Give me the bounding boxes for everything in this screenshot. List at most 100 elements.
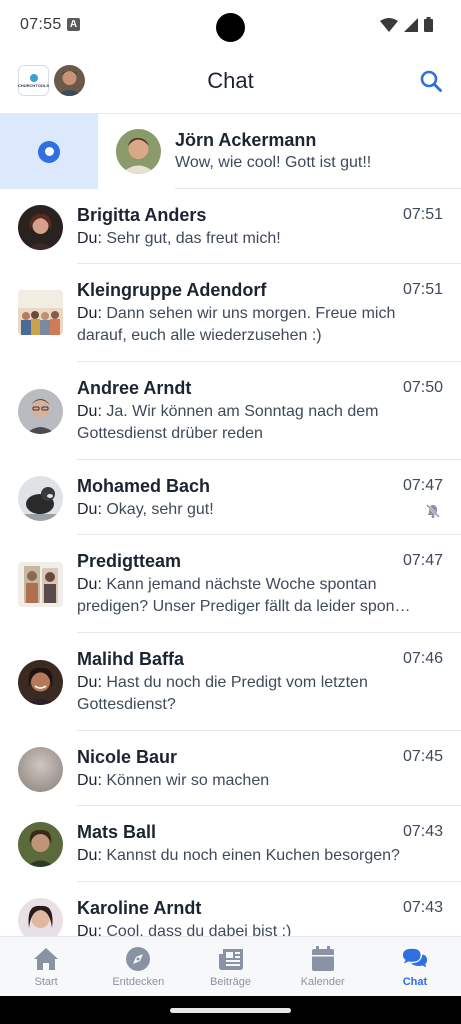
nav-item-start[interactable]: Start	[0, 937, 92, 996]
message-line: Cool, dass du dabei bist :)	[106, 923, 292, 936]
chat-name: Karoline Arndt	[77, 898, 202, 918]
message-line: Gottesdienst?	[77, 696, 176, 713]
notification-icon: A	[67, 18, 80, 31]
group-avatar	[18, 290, 63, 335]
page-title: Chat	[207, 68, 254, 93]
chat-preview: Du: Ja. Wir können am Sonntag nach dem G…	[77, 401, 443, 445]
sender-prefix: Du:	[77, 230, 102, 247]
message-line: darauf, euch alle wiederzusehen :)	[77, 327, 322, 344]
chat-item-brigitta-anders[interactable]: Brigitta Anders 07:51 Du: Sehr gut, das …	[0, 190, 461, 264]
chat-preview: Du: Dann sehen wir uns morgen. Freue mic…	[77, 303, 443, 347]
chat-item-andree-arndt[interactable]: Andree Arndt 07:50 Du: Ja. Wir können am…	[0, 362, 461, 460]
home-icon	[34, 948, 59, 970]
chat-name: Nicole Baur	[77, 747, 178, 767]
signal-icon	[404, 17, 418, 32]
select-conversation-action[interactable]	[0, 114, 98, 189]
search-icon	[420, 70, 442, 92]
sender-prefix: Du:	[77, 501, 102, 518]
home-gesture-handle[interactable]	[170, 1008, 291, 1013]
avatar	[18, 476, 63, 521]
bottom-navigation: Start Entdecken Beiträge Kalender Chat	[0, 936, 461, 996]
avatar	[18, 822, 63, 867]
chat-preview: Du: Cool, dass du dabei bist :)	[77, 921, 443, 936]
chat-preview: Du: Kannst du noch einen Kuchen besorgen…	[77, 845, 443, 867]
status-time: 07:55	[20, 16, 62, 33]
message-line: Kann jemand nächste Woche spontan	[106, 576, 377, 593]
sender-prefix: Du:	[77, 305, 102, 322]
group-avatar	[18, 562, 63, 607]
chat-time: 07:43	[402, 823, 443, 840]
chat-item-nicole-baur[interactable]: Nicole Baur 07:45 Du: Können wir so mach…	[0, 731, 461, 806]
message-line: Gottesdienst drüber reden	[77, 425, 263, 442]
nav-label: Entdecken	[112, 976, 165, 988]
chat-preview: Du: Kann jemand nächste Woche spontan pr…	[77, 574, 443, 618]
chat-time: 07:46	[402, 650, 443, 667]
chat-time: 07:51	[402, 206, 443, 223]
chat-time: 07:47	[402, 477, 443, 494]
nav-label: Start	[34, 976, 58, 988]
avatar	[18, 660, 63, 705]
message-line: Können wir so machen	[106, 772, 270, 789]
search-button[interactable]	[417, 67, 445, 95]
muted-bell-icon	[426, 504, 440, 518]
message-line: predigen? Unser Prediger fällt da leider…	[77, 598, 411, 615]
nav-item-beitraege[interactable]: Beiträge	[184, 937, 276, 996]
chat-preview: Du: Sehr gut, das freut mich!	[77, 228, 443, 250]
chat-name: Mohamed Bach	[77, 476, 211, 496]
chat-item-kleingruppe-adendorf[interactable]: Kleingruppe Adendorf 07:51 Du: Dann sehe…	[0, 264, 461, 362]
chat-item-malihd-baffa[interactable]: Malihd Baffa 07:46 Du: Hast du noch die …	[0, 633, 461, 731]
sender-prefix: Du:	[77, 772, 102, 789]
message-line: Sehr gut, das freut mich!	[106, 230, 281, 247]
newspaper-icon	[218, 949, 243, 970]
nav-label: Beiträge	[210, 976, 251, 988]
chat-name: Brigitta Anders	[77, 205, 207, 225]
nav-label: Kalender	[300, 976, 345, 988]
sender-prefix: Du:	[77, 923, 102, 936]
sender-prefix: Du:	[77, 847, 102, 864]
avatar	[18, 747, 63, 792]
message-line: Kannst du noch einen Kuchen besorgen?	[106, 847, 400, 864]
conversation-jorn-ackermann[interactable]: Jörn Ackermann Wow, wie cool! Gott ist g…	[0, 114, 461, 189]
chat-preview: Du: Hast du noch die Predigt vom letzten…	[77, 672, 443, 716]
chat-preview: Du: Können wir so machen	[77, 770, 443, 792]
conversation-name: Jörn Ackermann	[175, 130, 317, 150]
avatar	[116, 129, 161, 174]
chat-name: Kleingruppe Adendorf	[77, 280, 267, 300]
divider	[175, 188, 461, 189]
message-line: Hast du noch die Predigt vom letzten	[106, 674, 368, 691]
chat-name: Malihd Baffa	[77, 649, 185, 669]
radio-selected-icon	[38, 140, 60, 163]
chat-preview: Du: Okay, sehr gut!	[77, 499, 443, 521]
chat-item-predigtteam[interactable]: Predigtteam 07:47 Du: Kann jemand nächst…	[0, 535, 461, 633]
chat-name: Andree Arndt	[77, 378, 192, 398]
chat-time: 07:43	[402, 899, 443, 916]
chat-item-karoline-arndt[interactable]: Karoline Arndt 07:43 Du: Cool, dass du d…	[0, 882, 461, 936]
chat-time: 07:45	[402, 748, 443, 765]
calendar-icon	[311, 946, 334, 971]
compass-icon	[126, 947, 151, 971]
chat-item-mohamed-bach[interactable]: Mohamed Bach 07:47 Du: Okay, sehr gut!	[0, 460, 461, 535]
status-icons	[380, 17, 433, 32]
message-line: Okay, sehr gut!	[106, 501, 214, 518]
message-line: Dann sehen wir uns morgen. Freue mich	[106, 305, 396, 322]
sender-prefix: Du:	[77, 576, 102, 593]
avatar	[18, 389, 63, 434]
chat-time: 07:50	[402, 379, 443, 396]
chat-list[interactable]: Brigitta Anders 07:51 Du: Sehr gut, das …	[0, 190, 461, 936]
sender-prefix: Du:	[77, 403, 102, 420]
chat-name: Mats Ball	[77, 822, 157, 842]
chat-bubbles-icon	[402, 948, 427, 968]
avatar	[18, 205, 63, 250]
nav-item-entdecken[interactable]: Entdecken	[92, 937, 184, 996]
message-line: Ja. Wir können am Sonntag nach dem	[106, 403, 379, 420]
avatar	[18, 898, 63, 936]
nav-item-kalender[interactable]: Kalender	[277, 937, 369, 996]
status-bar: 07:55 A	[0, 0, 461, 52]
nav-item-chat[interactable]: Chat	[369, 937, 461, 996]
conversation-preview: Wow, wie cool! Gott ist gut!!	[175, 154, 372, 171]
chat-time: 07:51	[402, 281, 443, 298]
nav-label: Chat	[402, 976, 428, 988]
chat-time: 07:47	[402, 552, 443, 569]
chat-item-mats-ball[interactable]: Mats Ball 07:43 Du: Kannst du noch einen…	[0, 806, 461, 882]
app-header: CHURCHTOOLS Chat	[0, 52, 461, 114]
